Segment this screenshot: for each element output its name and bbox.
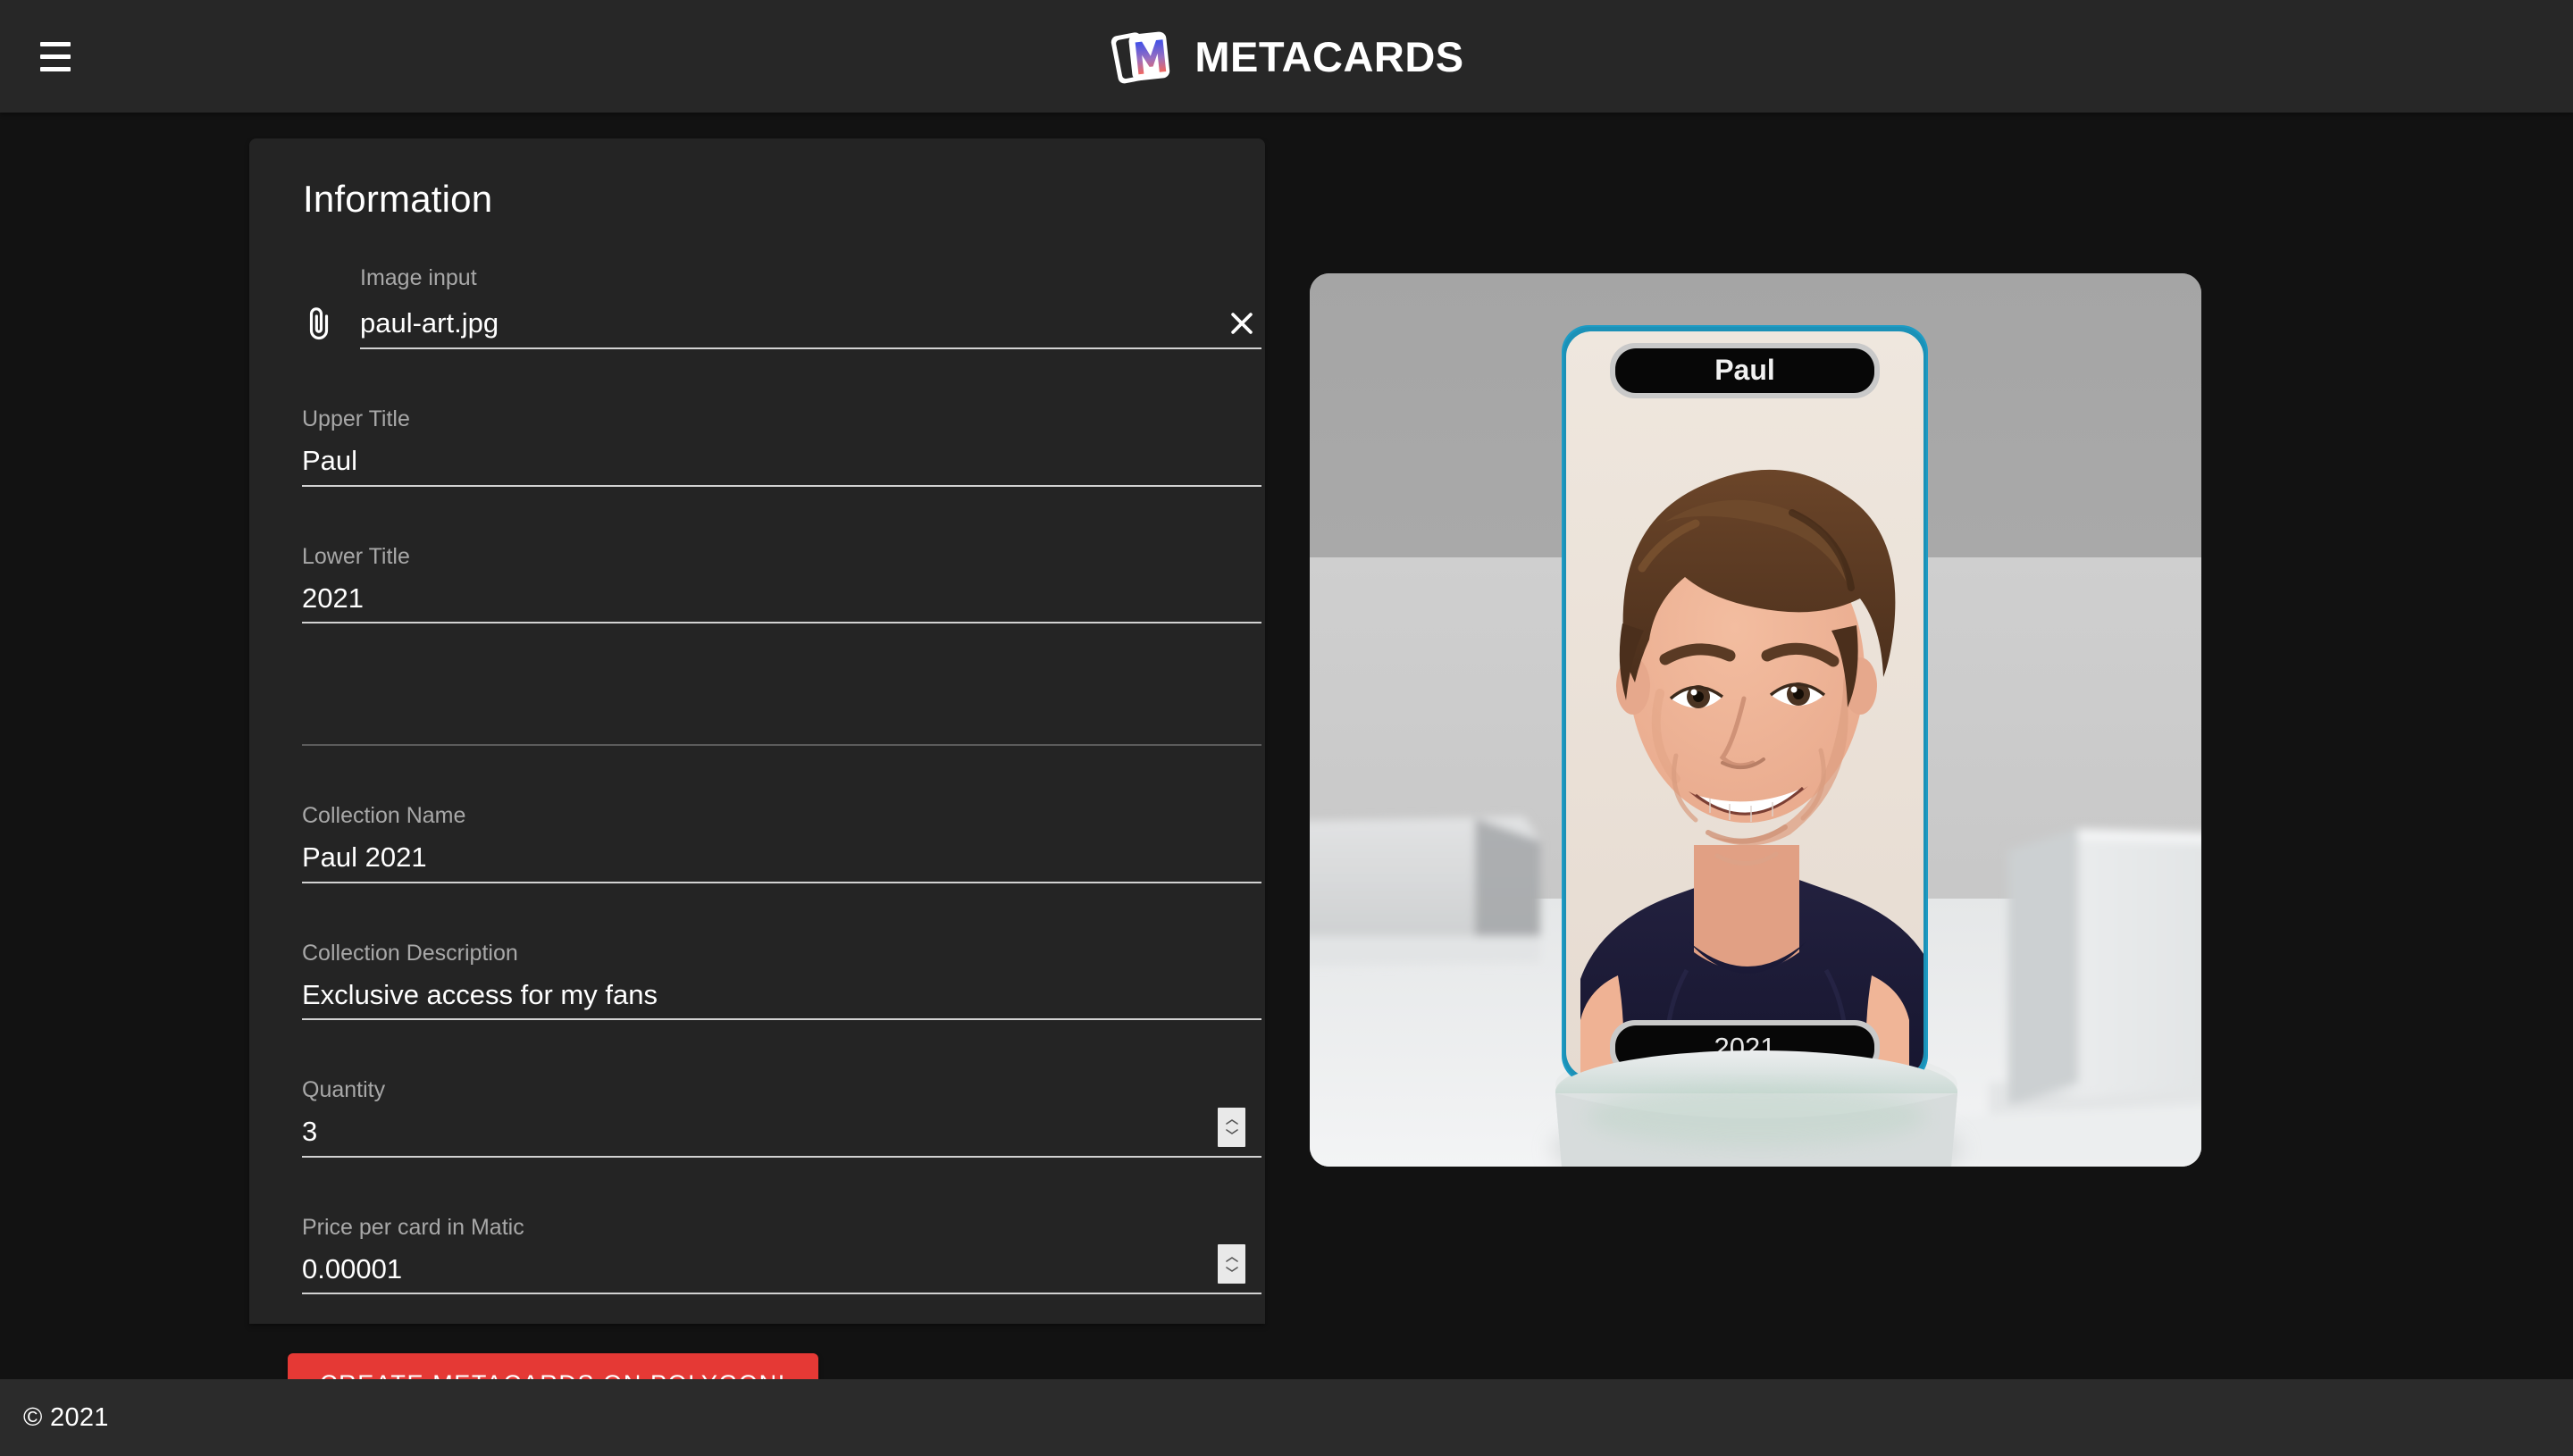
field-quantity: Quantity 3: [302, 1059, 1261, 1158]
field-value-blank: [302, 697, 1261, 736]
field-label-price-per-card: Price per card in Matic: [302, 1214, 524, 1240]
close-icon-glyph: [1231, 313, 1253, 334]
metacards-logo-icon: [1110, 31, 1170, 84]
page-title: Information: [303, 178, 493, 220]
field-value-upper-title: Paul: [302, 445, 358, 476]
field-value-lower-title: 2021: [302, 582, 364, 614]
field-label-collection-description: Collection Description: [302, 940, 518, 966]
input-line-image-input[interactable]: paul-art.jpg: [360, 304, 1261, 349]
chevron-down-icon: [1225, 1267, 1238, 1272]
field-value-quantity: 3: [302, 1116, 318, 1148]
field-upper-title: Upper Title Paul: [302, 389, 1261, 487]
input-line-collection-name[interactable]: Paul 2021: [302, 841, 1261, 883]
field-blank: [302, 663, 1261, 746]
input-line-price-per-card[interactable]: 0.00001: [302, 1253, 1261, 1295]
app-header: METACARDS: [0, 0, 2573, 113]
field-label-collection-name: Collection Name: [302, 802, 466, 828]
field-value-collection-name: Paul 2021: [302, 841, 427, 873]
field-value-collection-description: Exclusive access for my fans: [302, 978, 658, 1010]
input-line-collection-description[interactable]: Exclusive access for my fans: [302, 979, 1261, 1021]
field-label-upper-title: Upper Title: [302, 406, 410, 431]
close-icon[interactable]: [1222, 304, 1261, 343]
card-upper-label: Paul: [1610, 343, 1880, 398]
information-form-panel: Information Image input paul-art.jpg Upp…: [249, 138, 1265, 1379]
chevron-up-icon: [1225, 1257, 1238, 1262]
form-fields: Image input paul-art.jpg Upper Title Pau…: [274, 247, 1261, 1379]
app-root: METACARDS Information Image input paul-a…: [0, 0, 2573, 1456]
chevron-down-icon: [1225, 1129, 1238, 1135]
menu-bar-1: [40, 41, 71, 46]
hamburger-menu-icon[interactable]: [21, 22, 89, 90]
price-stepper[interactable]: [1218, 1244, 1245, 1284]
copyright-text: © 2021: [23, 1402, 109, 1432]
app-footer: © 2021: [0, 1379, 2573, 1456]
chevron-up-icon: [1225, 1119, 1238, 1125]
field-lower-title: Lower Title 2021: [302, 526, 1261, 624]
brand-name: METACARDS: [1194, 32, 1464, 80]
field-price-per-card: Price per card in Matic 0.00001: [302, 1197, 1261, 1295]
field-label-quantity: Quantity: [302, 1077, 386, 1103]
menu-bar-2: [40, 54, 71, 59]
input-line-quantity[interactable]: 3: [302, 1116, 1261, 1158]
brand[interactable]: METACARDS: [1109, 22, 1463, 90]
card-preview-image: Paul 2021: [1310, 273, 2201, 1167]
field-label-lower-title: Lower Title: [302, 543, 410, 569]
field-value-image-input: paul-art.jpg: [360, 307, 499, 339]
field-collection-name: Collection Name Paul 2021: [302, 785, 1261, 883]
create-metacards-button[interactable]: CREATE METACARDS ON POLYGON!: [288, 1353, 818, 1379]
card-upper-title: Paul: [1714, 354, 1775, 386]
input-line-blank[interactable]: [302, 697, 1261, 746]
paperclip-icon: [309, 307, 329, 339]
input-line-upper-title[interactable]: Paul: [302, 445, 1261, 487]
field-value-price-per-card: 0.00001: [302, 1252, 403, 1284]
main-content: Information Image input paul-art.jpg Upp…: [0, 113, 2573, 1379]
field-image-input: Image input paul-art.jpg: [302, 247, 1261, 349]
quantity-stepper[interactable]: [1218, 1107, 1245, 1147]
menu-bar-3: [40, 66, 71, 71]
input-line-lower-title[interactable]: 2021: [302, 582, 1261, 624]
submit-row: CREATE METACARDS ON POLYGON!: [288, 1353, 1240, 1379]
card-preview-panel: Paul 2021: [1310, 273, 2201, 1167]
field-collection-description: Collection Description Exclusive access …: [302, 923, 1261, 1021]
field-label-image-input: Image input: [360, 265, 477, 290]
